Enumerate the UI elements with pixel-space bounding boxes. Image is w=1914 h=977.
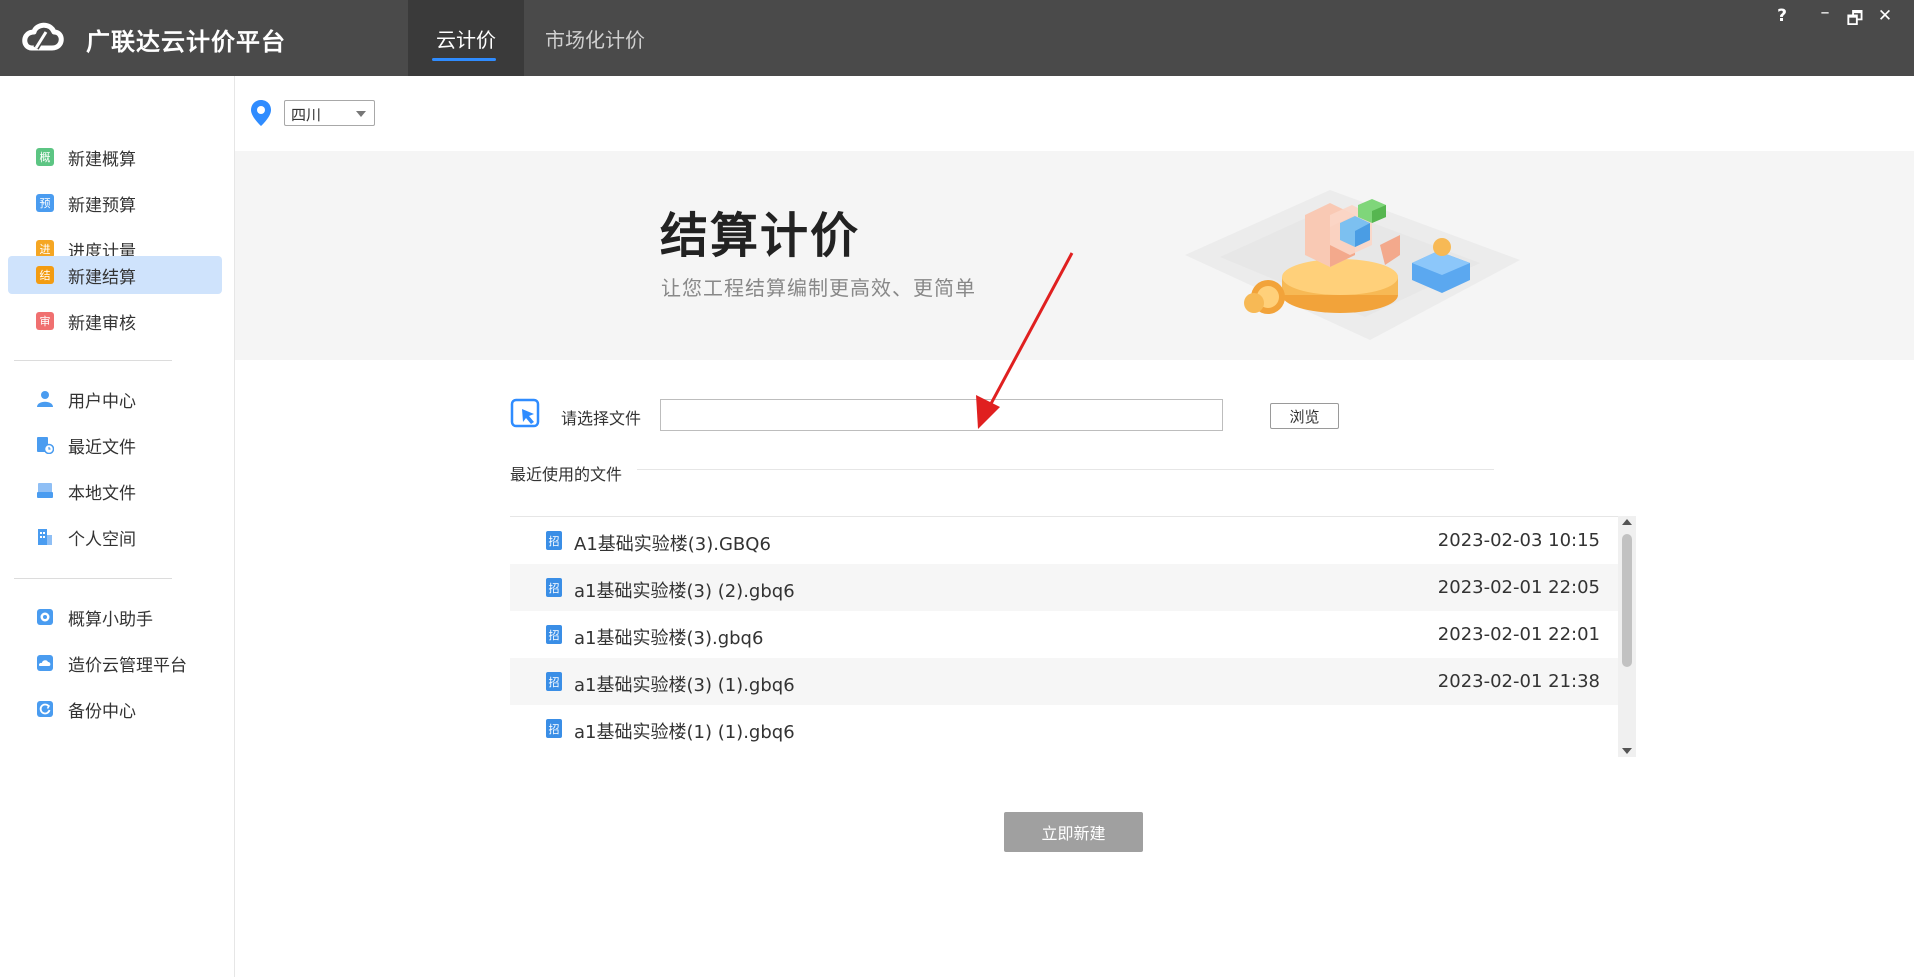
sidebar-item-cloud-management[interactable]: 造价云管理平台 xyxy=(8,644,222,682)
browse-button[interactable]: 浏览 xyxy=(1270,403,1339,429)
jie-icon: 结 xyxy=(36,266,54,284)
banner-title: 结算计价 xyxy=(660,208,861,264)
app-title: 广联达云计价平台 xyxy=(86,28,286,56)
file-name: a1基础实验楼(3) (1).gbq6 xyxy=(574,675,795,696)
tab-cloud-pricing[interactable]: 云计价 xyxy=(408,0,524,76)
gbq-file-icon: 招 xyxy=(546,578,562,597)
sidebar-item-recent-files[interactable]: 最近文件 xyxy=(8,426,222,464)
active-tab-indicator xyxy=(432,58,496,61)
select-file-icon xyxy=(510,398,540,428)
scrollbar[interactable] xyxy=(1618,516,1636,757)
app-window: 广联达云计价平台 云计价 市场化计价 ? – 🗗 ✕ 概 新建概算 预 新建预算… xyxy=(0,0,1914,977)
sidebar-item-label: 新建结算 xyxy=(68,267,136,288)
list-item[interactable]: 招 a1基础实验楼(3).gbq6 2023-02-01 22:01 xyxy=(510,611,1618,658)
file-name: a1基础实验楼(1) (1).gbq6 xyxy=(574,722,795,743)
close-button[interactable]: ✕ xyxy=(1873,6,1897,26)
tab-market-pricing[interactable]: 市场化计价 xyxy=(530,0,660,76)
sidebar-item-label: 新建概算 xyxy=(68,149,136,170)
sidebar-item-label: 备份中心 xyxy=(68,701,136,722)
file-path-input[interactable] xyxy=(660,399,1223,431)
help-button[interactable]: ? xyxy=(1770,6,1794,26)
sidebar-item-backup-center[interactable]: 备份中心 xyxy=(8,690,222,728)
recent-files-title: 最近使用的文件 xyxy=(510,465,623,484)
sidebar-item-new-estimate[interactable]: 概 新建概算 xyxy=(8,138,222,176)
sidebar-item-label: 造价云管理平台 xyxy=(68,655,187,676)
tab-label: 云计价 xyxy=(436,27,496,52)
sidebar-item-personal-space[interactable]: 个人空间 xyxy=(8,518,222,556)
tab-label: 市场化计价 xyxy=(545,27,645,52)
gbq-file-icon: 招 xyxy=(546,625,562,644)
list-item[interactable]: 招 a1基础实验楼(1) (1).gbq6 xyxy=(510,705,1618,752)
file-date: 2023-02-03 10:15 xyxy=(1437,530,1600,551)
sidebar: 概 新建概算 预 新建预算 进 进度计量 结 新建结算 审 新建审核 用户中心 … xyxy=(0,76,235,977)
sidebar-item-new-budget[interactable]: 预 新建预算 xyxy=(8,184,222,222)
create-now-button[interactable]: 立即新建 xyxy=(1004,812,1143,852)
app-logo-icon xyxy=(22,22,64,51)
scrollbar-thumb[interactable] xyxy=(1622,534,1632,667)
sidebar-divider xyxy=(14,360,172,361)
scroll-down-icon[interactable] xyxy=(1622,748,1632,754)
sidebar-item-label: 新建审核 xyxy=(68,313,136,334)
file-date: 2023-02-01 22:01 xyxy=(1437,624,1600,645)
banner-illustration xyxy=(1185,190,1520,340)
shen-icon: 审 xyxy=(36,312,54,330)
file-name: a1基础实验楼(3) (2).gbq6 xyxy=(574,581,795,602)
sidebar-item-new-settlement[interactable]: 结 新建结算 xyxy=(8,256,222,294)
gbq-file-icon: 招 xyxy=(546,531,562,550)
yu-icon: 预 xyxy=(36,194,54,212)
minimize-button[interactable]: – xyxy=(1813,2,1837,23)
sidebar-item-label: 最近文件 xyxy=(68,437,136,458)
local-file-icon xyxy=(37,483,53,498)
select-file-label: 请选择文件 xyxy=(561,409,642,428)
list-item[interactable]: 招 a1基础实验楼(3) (2).gbq6 2023-02-01 22:05 xyxy=(510,564,1618,611)
region-select[interactable]: 四川 xyxy=(284,100,375,126)
backup-icon xyxy=(37,701,53,717)
scroll-up-icon[interactable] xyxy=(1622,519,1632,525)
recent-file-icon xyxy=(37,437,54,454)
sidebar-item-label: 个人空间 xyxy=(68,529,136,550)
title-bar: 广联达云计价平台 云计价 市场化计价 ? – 🗗 ✕ xyxy=(0,0,1914,76)
file-date: 2023-02-01 22:05 xyxy=(1437,577,1600,598)
maximize-button[interactable]: 🗗 xyxy=(1843,6,1867,36)
list-item[interactable]: 招 a1基础实验楼(3) (1).gbq6 2023-02-01 21:38 xyxy=(510,658,1618,705)
sidebar-item-estimate-assistant[interactable]: 概算小助手 xyxy=(8,598,222,636)
banner-subtitle: 让您工程结算编制更高效、更简单 xyxy=(661,276,976,300)
sidebar-item-label: 用户中心 xyxy=(68,391,136,412)
personal-space-icon xyxy=(38,529,52,545)
sidebar-item-label: 概算小助手 xyxy=(68,609,153,630)
sidebar-item-label: 本地文件 xyxy=(68,483,136,504)
chevron-down-icon xyxy=(356,111,366,117)
recent-files-list: 招 A1基础实验楼(3).GBQ6 2023-02-03 10:15 招 a1基… xyxy=(510,516,1618,757)
sidebar-divider xyxy=(14,578,172,579)
region-select-value: 四川 xyxy=(291,106,322,124)
sidebar-item-new-audit[interactable]: 审 新建审核 xyxy=(8,302,222,340)
gai-icon: 概 xyxy=(36,148,54,166)
file-name: a1基础实验楼(3).gbq6 xyxy=(574,628,764,649)
file-name: A1基础实验楼(3).GBQ6 xyxy=(574,534,771,555)
sidebar-item-label: 新建预算 xyxy=(68,195,136,216)
annotation-arrow-icon xyxy=(976,252,1074,429)
list-item[interactable]: 招 A1基础实验楼(3).GBQ6 2023-02-03 10:15 xyxy=(510,517,1618,564)
file-date: 2023-02-01 21:38 xyxy=(1437,671,1600,692)
cloud-platform-icon xyxy=(37,655,53,671)
gbq-file-icon: 招 xyxy=(546,719,562,738)
recent-files-divider xyxy=(637,469,1494,470)
sidebar-item-user-center[interactable]: 用户中心 xyxy=(8,380,222,418)
user-icon xyxy=(37,391,53,407)
assistant-icon xyxy=(37,609,53,625)
sidebar-item-local-files[interactable]: 本地文件 xyxy=(8,472,222,510)
location-pin-icon xyxy=(251,100,271,126)
gbq-file-icon: 招 xyxy=(546,672,562,691)
